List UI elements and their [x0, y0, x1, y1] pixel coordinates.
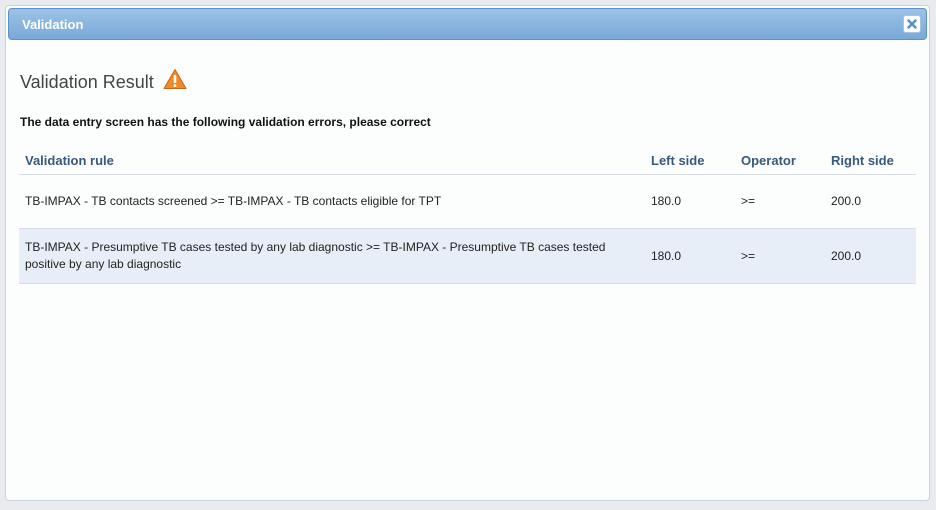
table-row: TB-IMPAX - Presumptive TB cases tested b…: [19, 228, 916, 284]
warning-icon: [163, 69, 187, 89]
close-icon: [907, 19, 917, 29]
cell-left-side: 180.0: [645, 228, 735, 284]
table-header-row: Validation rule Left side Operator Right…: [19, 146, 916, 175]
result-heading: Validation Result: [20, 69, 187, 94]
cell-validation-rule: TB-IMPAX - TB contacts screened >= TB-IM…: [19, 174, 645, 229]
table-row: TB-IMPAX - TB contacts screened >= TB-IM…: [19, 174, 916, 229]
column-header-left-side: Left side: [645, 146, 735, 175]
cell-right-side: 200.0: [825, 174, 916, 229]
column-header-right-side: Right side: [825, 146, 916, 175]
cell-validation-rule: TB-IMPAX - Presumptive TB cases tested b…: [19, 228, 645, 284]
validation-message: The data entry screen has the following …: [20, 115, 431, 129]
cell-operator: >=: [735, 228, 825, 284]
cell-left-side: 180.0: [645, 174, 735, 229]
close-button[interactable]: [903, 15, 921, 33]
column-header-validation-rule: Validation rule: [19, 146, 645, 175]
validation-dialog: Validation Validation Result The data en…: [5, 5, 930, 501]
validation-results-table: Validation rule Left side Operator Right…: [19, 146, 916, 284]
dialog-title: Validation: [22, 17, 84, 32]
cell-right-side: 200.0: [825, 228, 916, 284]
column-header-operator: Operator: [735, 146, 825, 175]
cell-operator: >=: [735, 174, 825, 229]
dialog-titlebar[interactable]: Validation: [8, 8, 927, 40]
result-heading-text: Validation Result: [20, 71, 154, 92]
